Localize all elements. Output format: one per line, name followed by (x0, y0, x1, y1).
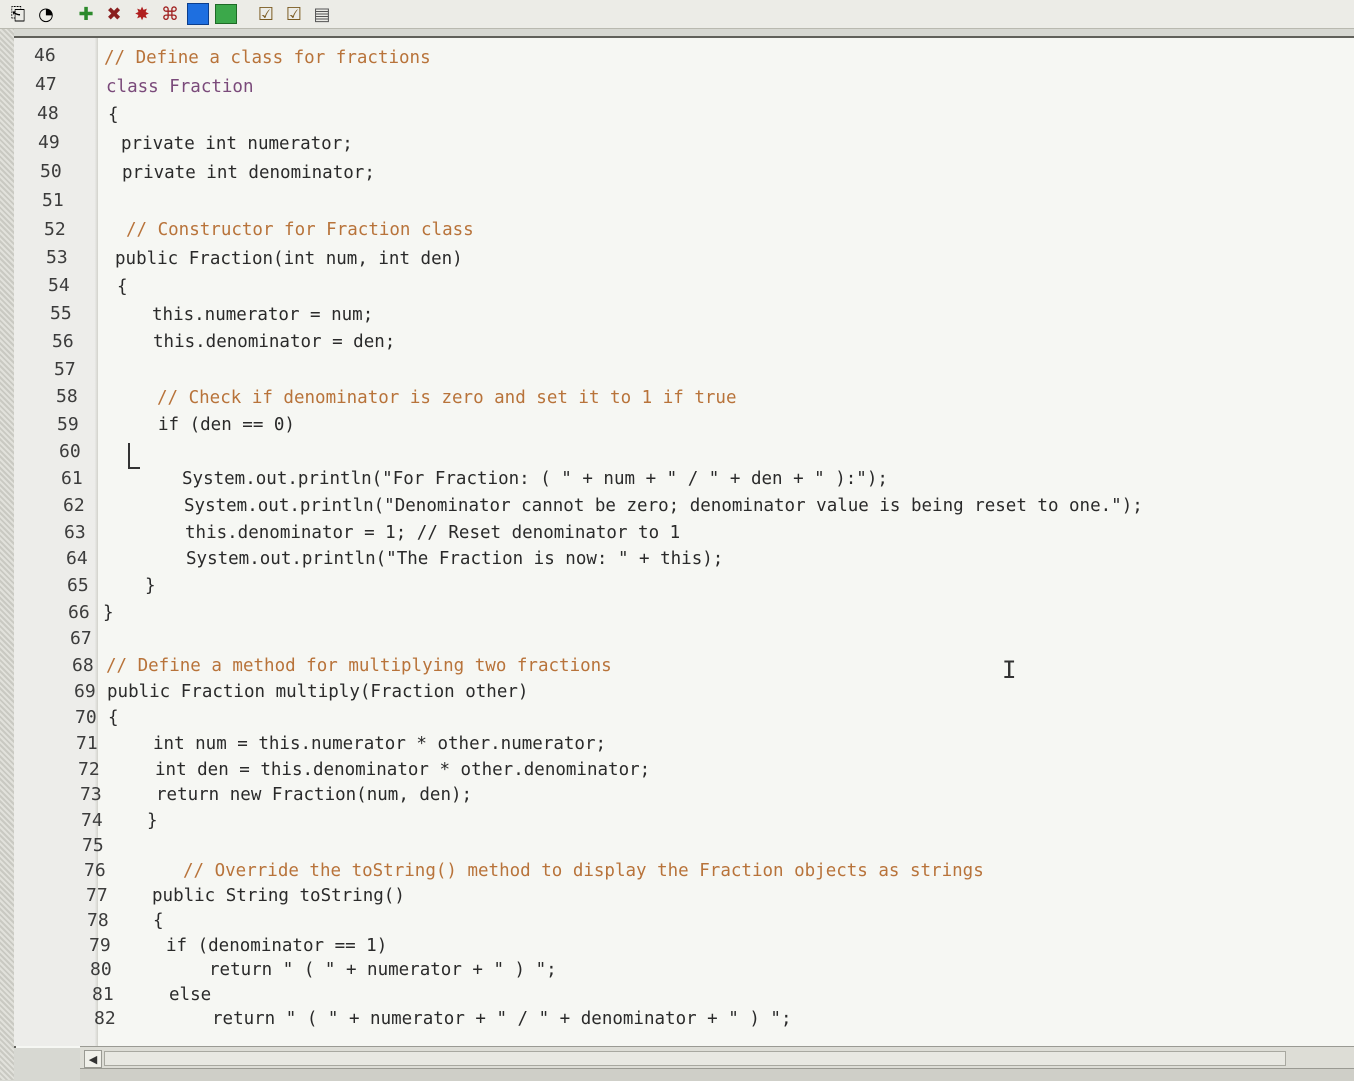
code-line[interactable]: this.denominator = den; (153, 332, 395, 352)
line-number: 76 (84, 860, 106, 881)
text-caret (128, 443, 140, 469)
code-line[interactable]: this.denominator = 1; // Reset denominat… (185, 523, 680, 543)
line-number: 61 (61, 468, 83, 489)
code-line[interactable]: int num = this.numerator * other.numerat… (153, 734, 606, 754)
line-number: 63 (64, 522, 86, 543)
line-number: 65 (67, 575, 89, 596)
line-number: 69 (74, 681, 96, 702)
code-line[interactable]: if (denominator == 1) (166, 936, 387, 956)
checklist-icon[interactable]: ☑ (254, 3, 278, 25)
line-number: 47 (35, 74, 57, 95)
code-line[interactable]: { (117, 277, 128, 297)
code-line[interactable]: int den = this.denominator * other.denom… (155, 760, 650, 780)
line-number: 78 (87, 910, 109, 931)
line-number: 48 (37, 103, 59, 124)
line-number: 81 (92, 984, 114, 1005)
line-number: 68 (72, 655, 94, 676)
line-number: 51 (42, 190, 64, 211)
line-number: 82 (94, 1008, 116, 1029)
line-number: 70 (75, 707, 97, 728)
line-number: 73 (80, 784, 102, 805)
line-number: 71 (76, 733, 98, 754)
line-number: 57 (54, 359, 76, 380)
code-line[interactable]: public Fraction multiply(Fraction other) (107, 682, 528, 702)
code-line[interactable]: return new Fraction(num, den); (156, 785, 472, 805)
document-icon[interactable]: ▤ (310, 3, 334, 25)
horizontal-scrollbar[interactable]: ◀ (80, 1046, 1354, 1069)
line-number: 46 (34, 45, 56, 66)
scrollbar-thumb[interactable] (104, 1051, 1286, 1066)
code-line[interactable]: class Fraction (106, 77, 254, 97)
window-edge (0, 29, 14, 1080)
code-line[interactable]: public String toString() (152, 886, 405, 906)
line-number: 54 (48, 275, 70, 296)
code-line[interactable]: // Override the toString() method to dis… (183, 861, 984, 881)
code-line[interactable]: System.out.println("For Fraction: ( " + … (182, 469, 888, 489)
line-number: 77 (86, 885, 108, 906)
line-number: 60 (59, 441, 81, 462)
line-number: 74 (81, 810, 103, 831)
code-line[interactable]: // Check if denominator is zero and set … (157, 388, 736, 408)
code-line[interactable]: { (108, 105, 119, 125)
code-line[interactable]: if (den == 0) (158, 415, 295, 435)
scroll-left-icon[interactable]: ◀ (84, 1050, 102, 1068)
line-number: 72 (78, 759, 100, 780)
line-number: 67 (70, 628, 92, 649)
line-number: 79 (89, 935, 111, 956)
code-line[interactable]: } (145, 576, 156, 596)
code-line[interactable]: // Define a class for fractions (104, 48, 431, 68)
toolbar: ⎗ ◔ ✚ ✖ ✸ ⌘ ☑ ☑ ▤ (0, 0, 1354, 29)
tools-icon[interactable]: ✖ (102, 3, 126, 25)
code-line[interactable]: // Constructor for Fraction class (126, 220, 474, 240)
bug-icon[interactable]: ✸ (130, 3, 154, 25)
code-line[interactable]: this.numerator = num; (152, 305, 373, 325)
line-number: 56 (52, 331, 74, 352)
line-number: 62 (63, 495, 85, 516)
code-line[interactable]: private int denominator; (122, 163, 375, 183)
compile-icon[interactable]: ⎗ (6, 3, 30, 25)
line-number: 52 (44, 219, 66, 240)
status-bar (80, 1068, 1354, 1081)
code-line[interactable]: } (103, 603, 114, 623)
code-line[interactable]: { (108, 708, 119, 728)
code-line[interactable]: else (169, 985, 211, 1005)
code-line[interactable]: { (153, 911, 164, 931)
tree-icon[interactable]: ⌘ (158, 3, 182, 25)
code-line[interactable]: } (147, 811, 158, 831)
line-number: 50 (40, 161, 62, 182)
code-line[interactable]: System.out.println("Denominator cannot b… (184, 496, 1143, 516)
code-line[interactable]: public Fraction(int num, int den) (115, 249, 463, 269)
code-line[interactable]: return " ( " + numerator + " ) "; (209, 960, 557, 980)
line-number: 75 (82, 835, 104, 856)
code-line[interactable]: // Define a method for multiplying two f… (106, 656, 612, 676)
line-number: 53 (46, 247, 68, 268)
code-line[interactable]: private int numerator; (121, 134, 353, 154)
line-number: 49 (38, 132, 60, 153)
line-number: 66 (68, 602, 90, 623)
line-number: 64 (66, 548, 88, 569)
line-number: 58 (56, 386, 78, 407)
check-icon[interactable]: ☑ (282, 3, 306, 25)
debug-icon[interactable]: ◔ (34, 3, 58, 25)
code-line[interactable]: return " ( " + numerator + " / " + denom… (212, 1009, 791, 1029)
code-line[interactable]: System.out.println("The Fraction is now:… (186, 549, 723, 569)
blue-square-icon[interactable] (186, 3, 210, 25)
line-number: 80 (90, 959, 112, 980)
run-icon[interactable]: ✚ (74, 3, 98, 25)
green-square-icon[interactable] (214, 3, 238, 25)
line-number: 59 (57, 414, 79, 435)
line-number: 55 (50, 303, 72, 324)
ibeam-cursor-icon: I (1002, 656, 1017, 684)
